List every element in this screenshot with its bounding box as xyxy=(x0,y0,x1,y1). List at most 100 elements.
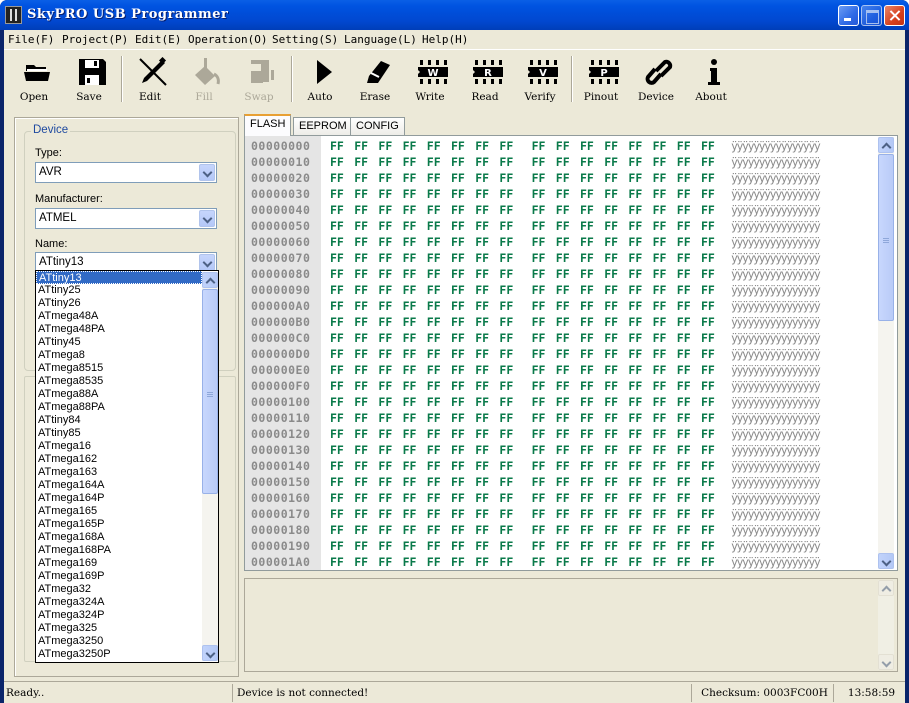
hex-byte[interactable]: FF xyxy=(677,506,691,522)
hex-byte[interactable]: FF xyxy=(427,330,441,346)
hex-byte[interactable]: FF xyxy=(653,282,667,298)
hex-byte[interactable]: FF xyxy=(628,426,642,442)
hex-byte[interactable]: FF xyxy=(580,282,594,298)
hex-byte[interactable]: FF xyxy=(604,138,618,154)
device-option[interactable]: ATmega3250 xyxy=(36,635,202,648)
hex-byte[interactable]: FF xyxy=(378,410,392,426)
hex-byte[interactable]: FF xyxy=(556,506,570,522)
fill-button[interactable]: Fill xyxy=(179,54,229,110)
hex-byte[interactable]: FF xyxy=(378,506,392,522)
hex-byte[interactable]: FF xyxy=(532,154,546,170)
hex-byte[interactable]: FF xyxy=(499,346,513,362)
chevron-down-icon[interactable] xyxy=(199,210,215,227)
hex-byte[interactable]: FF xyxy=(701,218,715,234)
hex-byte[interactable]: FF xyxy=(677,458,691,474)
hex-byte[interactable]: FF xyxy=(580,538,594,554)
hex-byte[interactable]: FF xyxy=(701,538,715,554)
hex-byte[interactable]: FF xyxy=(499,554,513,570)
device-option[interactable]: ATtiny84 xyxy=(36,414,202,427)
hex-byte[interactable]: FF xyxy=(354,266,368,282)
hex-byte[interactable]: FF xyxy=(427,410,441,426)
hex-byte[interactable]: FF xyxy=(403,538,417,554)
hex-byte[interactable]: FF xyxy=(653,154,667,170)
hex-byte[interactable]: FF xyxy=(701,202,715,218)
device-option[interactable]: ATmega165 xyxy=(36,505,202,518)
hex-byte[interactable]: FF xyxy=(378,154,392,170)
hex-byte[interactable]: FF xyxy=(604,202,618,218)
hex-byte[interactable]: FF xyxy=(330,346,344,362)
hex-byte[interactable]: FF xyxy=(628,250,642,266)
hex-byte[interactable]: FF xyxy=(653,170,667,186)
hex-byte[interactable]: FF xyxy=(499,282,513,298)
hex-byte[interactable]: FF xyxy=(451,378,465,394)
hex-byte[interactable]: FF xyxy=(403,298,417,314)
hex-byte[interactable]: FF xyxy=(580,474,594,490)
auto-button[interactable]: Auto xyxy=(295,54,345,110)
device-option[interactable]: ATtiny26 xyxy=(36,297,202,310)
hex-byte[interactable]: FF xyxy=(499,298,513,314)
hex-byte[interactable]: FF xyxy=(532,490,546,506)
hex-byte[interactable]: FF xyxy=(628,554,642,570)
hex-byte[interactable]: FF xyxy=(378,346,392,362)
hex-byte[interactable]: FF xyxy=(556,346,570,362)
hex-byte[interactable]: FF xyxy=(451,234,465,250)
hex-byte[interactable]: FF xyxy=(451,266,465,282)
hex-byte[interactable]: FF xyxy=(677,410,691,426)
hex-byte[interactable]: FF xyxy=(330,458,344,474)
hex-byte[interactable]: FF xyxy=(451,138,465,154)
hex-byte[interactable]: FF xyxy=(580,250,594,266)
hex-byte[interactable]: FF xyxy=(427,202,441,218)
device-option[interactable]: ATmega32 xyxy=(36,583,202,596)
hex-byte[interactable]: FF xyxy=(499,138,513,154)
hex-byte[interactable]: FF xyxy=(653,218,667,234)
hex-byte[interactable]: FF xyxy=(532,474,546,490)
hex-byte[interactable]: FF xyxy=(378,314,392,330)
hex-byte[interactable]: FF xyxy=(475,154,489,170)
hex-byte[interactable]: FF xyxy=(653,522,667,538)
hex-byte[interactable]: FF xyxy=(451,506,465,522)
name-dropdown-list[interactable]: ATtiny13 ATtiny25 ATtiny26 ATmega48A ATmega4… xyxy=(35,270,219,663)
hex-byte[interactable]: FF xyxy=(604,458,618,474)
hex-byte[interactable]: FF xyxy=(604,314,618,330)
hex-byte[interactable]: FF xyxy=(701,298,715,314)
hex-byte[interactable]: FF xyxy=(532,410,546,426)
hex-byte[interactable]: FF xyxy=(403,490,417,506)
device-option[interactable]: ATmega324P xyxy=(36,609,202,622)
hex-byte[interactable]: FF xyxy=(532,458,546,474)
hex-byte[interactable]: FF xyxy=(354,458,368,474)
hex-byte[interactable]: FF xyxy=(701,554,715,570)
hex-byte[interactable]: FF xyxy=(427,138,441,154)
hex-byte[interactable]: FF xyxy=(378,442,392,458)
hex-byte[interactable]: FF xyxy=(677,442,691,458)
hex-byte[interactable]: FF xyxy=(604,378,618,394)
hex-byte[interactable]: FF xyxy=(427,378,441,394)
hex-byte[interactable]: FF xyxy=(580,394,594,410)
hex-byte[interactable]: FF xyxy=(354,426,368,442)
device-option[interactable]: ATmega8 xyxy=(36,349,202,362)
hex-byte[interactable]: FF xyxy=(330,410,344,426)
hex-byte[interactable]: FF xyxy=(354,234,368,250)
hex-byte[interactable]: FF xyxy=(653,186,667,202)
hex-byte[interactable]: FF xyxy=(403,314,417,330)
scroll-down-icon[interactable] xyxy=(878,654,894,670)
hex-byte[interactable]: FF xyxy=(604,154,618,170)
hex-byte[interactable]: FF xyxy=(701,346,715,362)
hex-byte[interactable]: FF xyxy=(330,506,344,522)
device-option[interactable]: ATmega48A xyxy=(36,310,202,323)
type-select[interactable]: AVR xyxy=(35,162,217,183)
hex-byte[interactable]: FF xyxy=(330,490,344,506)
hex-byte[interactable]: FF xyxy=(701,410,715,426)
hex-byte[interactable]: FF xyxy=(604,186,618,202)
hex-byte[interactable]: FF xyxy=(378,202,392,218)
hex-byte[interactable]: FF xyxy=(475,138,489,154)
about-button[interactable]: About xyxy=(686,54,736,110)
hex-byte[interactable]: FF xyxy=(532,538,546,554)
hex-byte[interactable]: FF xyxy=(403,506,417,522)
hex-byte[interactable]: FF xyxy=(427,506,441,522)
hex-byte[interactable]: FF xyxy=(580,378,594,394)
hex-byte[interactable]: FF xyxy=(427,442,441,458)
hex-byte[interactable]: FF xyxy=(499,506,513,522)
write-button[interactable]: W Write xyxy=(405,54,455,110)
hex-byte[interactable]: FF xyxy=(354,186,368,202)
hex-byte[interactable]: FF xyxy=(653,250,667,266)
